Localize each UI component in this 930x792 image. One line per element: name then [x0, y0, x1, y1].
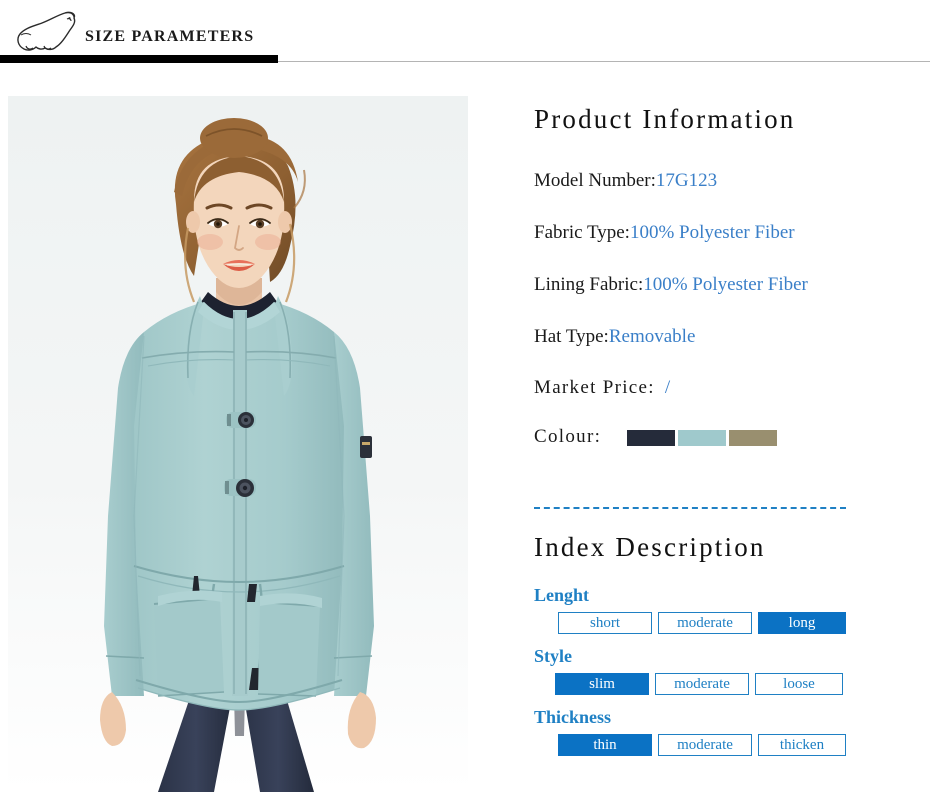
index-option-row: thin moderate thicken	[558, 734, 924, 756]
spec-value: /	[664, 377, 672, 398]
option-long[interactable]: long	[758, 612, 846, 634]
spec-label: Market Price:	[534, 377, 655, 398]
spec-row-market-price: Market Price: /	[534, 378, 924, 397]
polar-bear-logo-icon	[14, 8, 86, 54]
spec-label: Model Number:	[534, 170, 656, 191]
spec-row-colour: Colour:	[534, 427, 924, 446]
spec-value: Removable	[608, 326, 696, 347]
index-group-label: Thickness	[534, 707, 612, 727]
option-loose[interactable]: loose	[755, 673, 843, 695]
spec-label: Fabric Type:	[534, 222, 630, 243]
option-thicken[interactable]: thicken	[758, 734, 846, 756]
colour-label: Colour:	[534, 426, 602, 447]
index-group-label: Style	[534, 646, 572, 666]
spec-value: 100% Polyester Fiber	[643, 274, 808, 295]
colour-swatch-list	[627, 429, 778, 446]
product-information-title: Product Information	[534, 104, 796, 134]
product-info-panel: Product Information Model Number:17G123 …	[534, 96, 924, 756]
index-group-label: Lenght	[534, 585, 590, 605]
index-group-thickness: Thickness thin moderate thicken	[534, 708, 924, 756]
option-thin[interactable]: thin	[558, 734, 652, 756]
index-description-title: Index Description	[534, 532, 766, 562]
spec-label: Hat Type:	[534, 326, 609, 347]
spec-value: 17G123	[655, 170, 718, 191]
colour-swatch-olive[interactable]	[729, 429, 778, 446]
option-moderate[interactable]: moderate	[658, 612, 752, 634]
header-accent-bar	[0, 55, 278, 63]
page-header: SIZE PARAMETERS	[0, 0, 930, 66]
index-group-style: Style slim moderate loose	[534, 647, 924, 695]
spec-row-model-number: Model Number:17G123	[534, 171, 924, 190]
product-photo	[8, 96, 468, 792]
spec-label: Lining Fabric:	[534, 274, 644, 295]
option-short[interactable]: short	[558, 612, 652, 634]
spec-row-hat-type: Hat Type:Removable	[534, 327, 924, 346]
colour-swatch-navy[interactable]	[627, 429, 676, 446]
option-slim[interactable]: slim	[555, 673, 649, 695]
colour-swatch-light-blue[interactable]	[678, 429, 727, 446]
section-divider-dashed	[534, 507, 846, 509]
spec-row-lining-fabric: Lining Fabric:100% Polyester Fiber	[534, 275, 924, 294]
spec-row-fabric-type: Fabric Type:100% Polyester Fiber	[534, 223, 924, 242]
option-moderate[interactable]: moderate	[658, 734, 752, 756]
index-option-row: short moderate long	[558, 612, 924, 634]
index-option-row: slim moderate loose	[555, 673, 924, 695]
spec-value: 100% Polyester Fiber	[629, 222, 795, 243]
page-title: SIZE PARAMETERS	[85, 28, 255, 45]
index-group-lenght: Lenght short moderate long	[534, 586, 924, 634]
option-moderate[interactable]: moderate	[655, 673, 749, 695]
